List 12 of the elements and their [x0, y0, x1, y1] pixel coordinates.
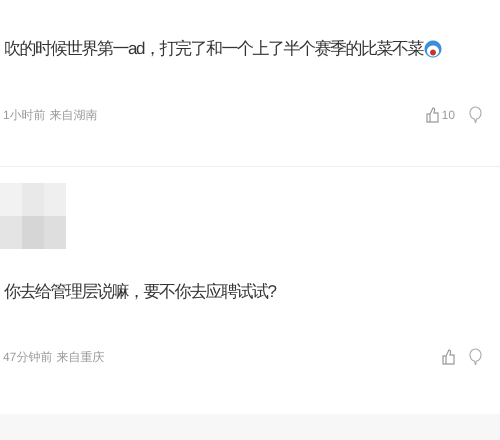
comment-text: 你去给管理层说嘛，要不你去应聘试试?: [4, 280, 276, 302]
comment-location: 来自重庆: [56, 349, 104, 366]
like-button[interactable]: 10: [426, 106, 455, 124]
like-button[interactable]: [442, 349, 455, 365]
thumbs-up-icon: [442, 349, 455, 365]
reply-icon[interactable]: [469, 106, 482, 124]
reply-icon[interactable]: [469, 348, 482, 366]
comment-time: 1小时前: [3, 106, 46, 124]
comment-text: 吹的时候世界第一ad，打完了和一个上了半个赛季的比菜不菜: [4, 38, 423, 60]
comment-time: 47分钟前: [3, 349, 52, 366]
comment-location: 来自湖南: [50, 106, 98, 124]
thumbs-up-icon: [426, 106, 439, 122]
